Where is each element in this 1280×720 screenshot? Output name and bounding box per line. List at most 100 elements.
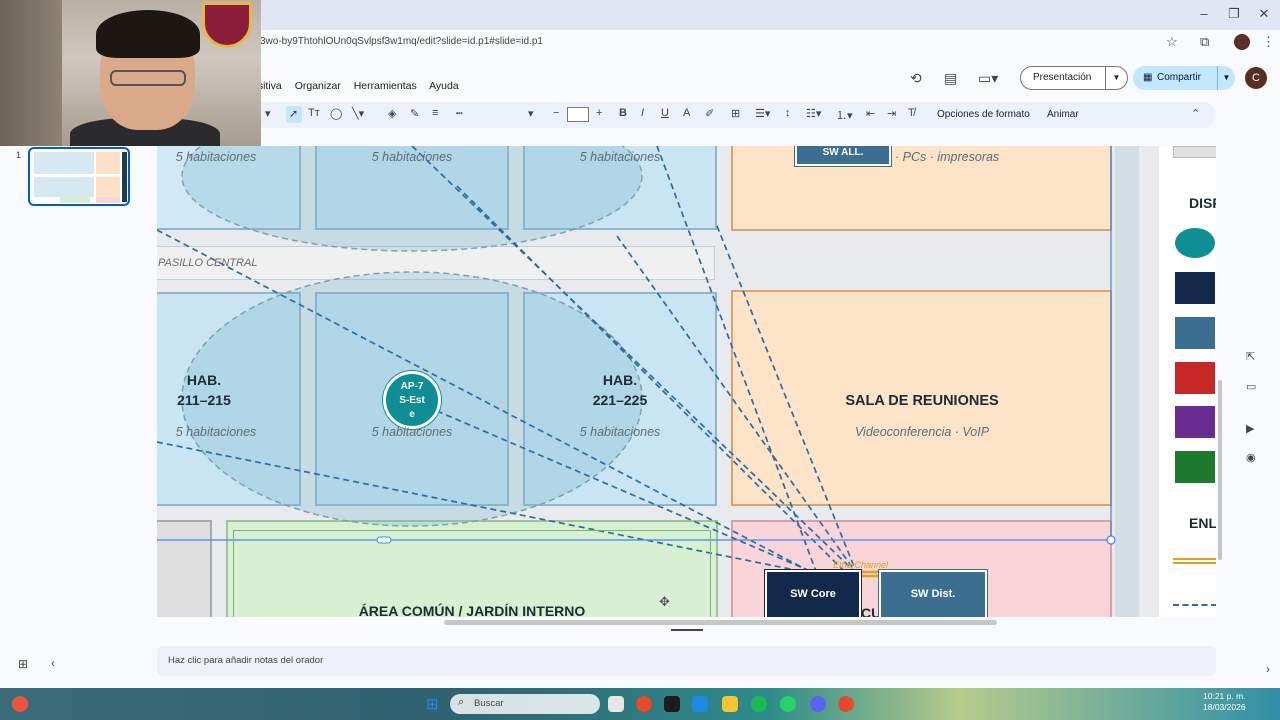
speaker-notes-placeholder: Haz clic para añadir notas del orador [168, 655, 324, 666]
collapse-toolbar-icon[interactable]: ⌃ [1191, 107, 1200, 120]
room-note: 5 habitaciones [175, 150, 257, 164]
menu-item-arrange[interactable]: Organizar [295, 80, 341, 92]
ap-label: S-Est [399, 395, 425, 406]
github-icon[interactable] [664, 696, 680, 712]
fill-color-icon[interactable]: ◈ [388, 107, 396, 120]
font-chevron-down-icon[interactable]: ▾ [528, 107, 534, 120]
corridor-label: PASILLO CENTRAL [158, 257, 258, 269]
app-icon[interactable] [12, 696, 28, 712]
bookmark-star-icon[interactable]: ☆ [1166, 34, 1178, 50]
textbox-icon[interactable]: Tт [308, 107, 320, 119]
vertical-scrollbar[interactable] [1218, 380, 1222, 560]
browser-menu-icon[interactable]: ⋮ [1262, 34, 1275, 50]
menu-bar: ositiva Organizar Herramientas Ayuda [252, 80, 469, 98]
room-note: 5 habitaciones [371, 425, 453, 439]
underline-button[interactable]: U [661, 107, 669, 119]
insert-link-icon[interactable]: ⊞ [731, 107, 740, 120]
collapse-panel-icon[interactable]: ‹ [51, 656, 55, 670]
share-button[interactable]: ▦ Compartir ▼ [1133, 66, 1235, 90]
chevron-down-icon[interactable]: ▾ [265, 107, 271, 120]
legend-swatch-distribution [1175, 317, 1215, 349]
minimize-icon[interactable]: – [1192, 6, 1216, 21]
selection-handle[interactable] [1106, 535, 1116, 545]
user-avatar[interactable]: C [1245, 67, 1267, 89]
shape-icon[interactable]: ◯ [330, 107, 342, 120]
align-icon[interactable]: ☰▾ [755, 107, 770, 120]
grid-view-icon[interactable]: ⊞ [18, 657, 28, 671]
menu-item-tools[interactable]: Herramientas [354, 80, 417, 92]
border-color-icon[interactable]: ✎ [410, 107, 419, 120]
border-weight-icon[interactable]: ≡ [432, 107, 438, 119]
slide-thumbnail[interactable] [28, 147, 130, 206]
format-options-button[interactable]: Opciones de formato [937, 109, 1030, 120]
menu-item-help[interactable]: Ayuda [429, 80, 459, 92]
bulleted-list-icon[interactable]: ☷▾ [806, 107, 821, 120]
resize-handle[interactable] [671, 629, 703, 631]
numbered-list-icon[interactable]: ⒈▾ [836, 107, 853, 123]
increase-indent-icon[interactable]: ⇥ [887, 107, 896, 120]
meet-camera-icon[interactable]: ▭▾ [978, 70, 998, 87]
spotify-icon[interactable] [751, 696, 767, 712]
webcam-overlay [0, 0, 261, 146]
chevron-down-icon[interactable]: ▼ [1105, 67, 1127, 89]
maps-icon[interactable]: ◉ [1246, 451, 1256, 464]
highlight-icon[interactable]: ✐ [705, 107, 714, 120]
url-text[interactable]: 3wo-by9ThtohlOUn0qSvlpsf3w1mq/edit?slide… [260, 36, 543, 47]
file-explorer-icon[interactable] [722, 696, 738, 712]
switch-all-label: SW ALL. [822, 147, 864, 158]
decrease-font-icon[interactable]: − [553, 107, 559, 119]
windows-start-icon[interactable]: ⊞ [426, 695, 439, 713]
horizontal-scrollbar[interactable] [444, 620, 997, 625]
legend-header-box [1173, 146, 1216, 158]
legend-swatch-red [1175, 362, 1215, 394]
whatsapp-icon[interactable] [780, 696, 796, 712]
version-history-icon[interactable]: ⟲ [910, 70, 922, 87]
comments-icon[interactable]: ▤ [944, 70, 957, 87]
extensions-icon[interactable]: ⧉ [1200, 34, 1209, 50]
folder-icon[interactable]: ▭ [1246, 380, 1256, 393]
club-crest-image [202, 2, 252, 48]
taskbar-clock[interactable]: 10:21 p. m. 18/03/2026 [1203, 691, 1246, 713]
ap-label: AP-7 [400, 381, 424, 392]
chrome-active-icon[interactable] [838, 696, 854, 712]
browser-profile-avatar[interactable]: C [1234, 34, 1250, 50]
switch-all-node[interactable]: SW ALL. [795, 146, 891, 166]
italic-button[interactable]: I [641, 107, 644, 119]
line-icon[interactable]: ╲▾ [352, 107, 364, 120]
side-panel-toggle-icon[interactable]: › [1266, 662, 1270, 676]
cursor-select-icon[interactable]: ➚ [289, 107, 298, 120]
keep-icon[interactable]: ⇱ [1246, 350, 1255, 363]
taskbar-search[interactable]: Buscar [450, 694, 600, 714]
room-note: 5 habitaciones [175, 425, 257, 439]
building-icon: ▦ [1143, 72, 1153, 83]
slide-canvas[interactable]: 5 habitaciones 5 habitaciones 5 habitaci… [157, 146, 1216, 617]
task-view-icon[interactable] [608, 696, 624, 712]
slide-thumbnail-preview [34, 152, 127, 203]
maximize-icon[interactable]: ❐ [1222, 6, 1246, 22]
border-dash-icon[interactable]: ┅ [456, 107, 463, 120]
copilot-icon[interactable] [692, 696, 708, 712]
chrome-icon[interactable] [636, 696, 652, 712]
switch-core-node[interactable]: SW Core [765, 570, 861, 617]
presentation-button[interactable]: Presentación ▼ [1020, 66, 1128, 90]
tasks-icon[interactable]: ▶ [1246, 422, 1254, 435]
switch-dist-node[interactable]: SW Dist. [879, 570, 987, 617]
clear-formatting-icon[interactable]: T̸ [908, 107, 915, 119]
chevron-down-icon[interactable]: ▼ [1217, 66, 1235, 90]
cable-line[interactable] [656, 146, 818, 575]
discord-icon[interactable] [810, 696, 826, 712]
line-spacing-icon[interactable]: ↕ [785, 107, 791, 119]
speaker-notes[interactable]: Haz clic para añadir notas del orador [157, 646, 1216, 676]
font-size-input[interactable] [567, 107, 589, 122]
search-icon: ⌕ [458, 696, 465, 708]
presentation-label: Presentación [1033, 72, 1092, 83]
close-icon[interactable]: ✕ [1252, 6, 1276, 22]
bold-button[interactable]: B [619, 107, 627, 119]
text-color-icon[interactable]: A [683, 107, 690, 119]
access-point-node[interactable]: AP-7 S-Est e [383, 371, 441, 429]
webcam-person-hair [96, 10, 200, 58]
increase-font-icon[interactable]: + [596, 107, 602, 119]
taskbar-search-placeholder: Buscar [474, 698, 504, 709]
decrease-indent-icon[interactable]: ⇤ [866, 107, 875, 120]
animate-button[interactable]: Animar [1047, 109, 1079, 120]
